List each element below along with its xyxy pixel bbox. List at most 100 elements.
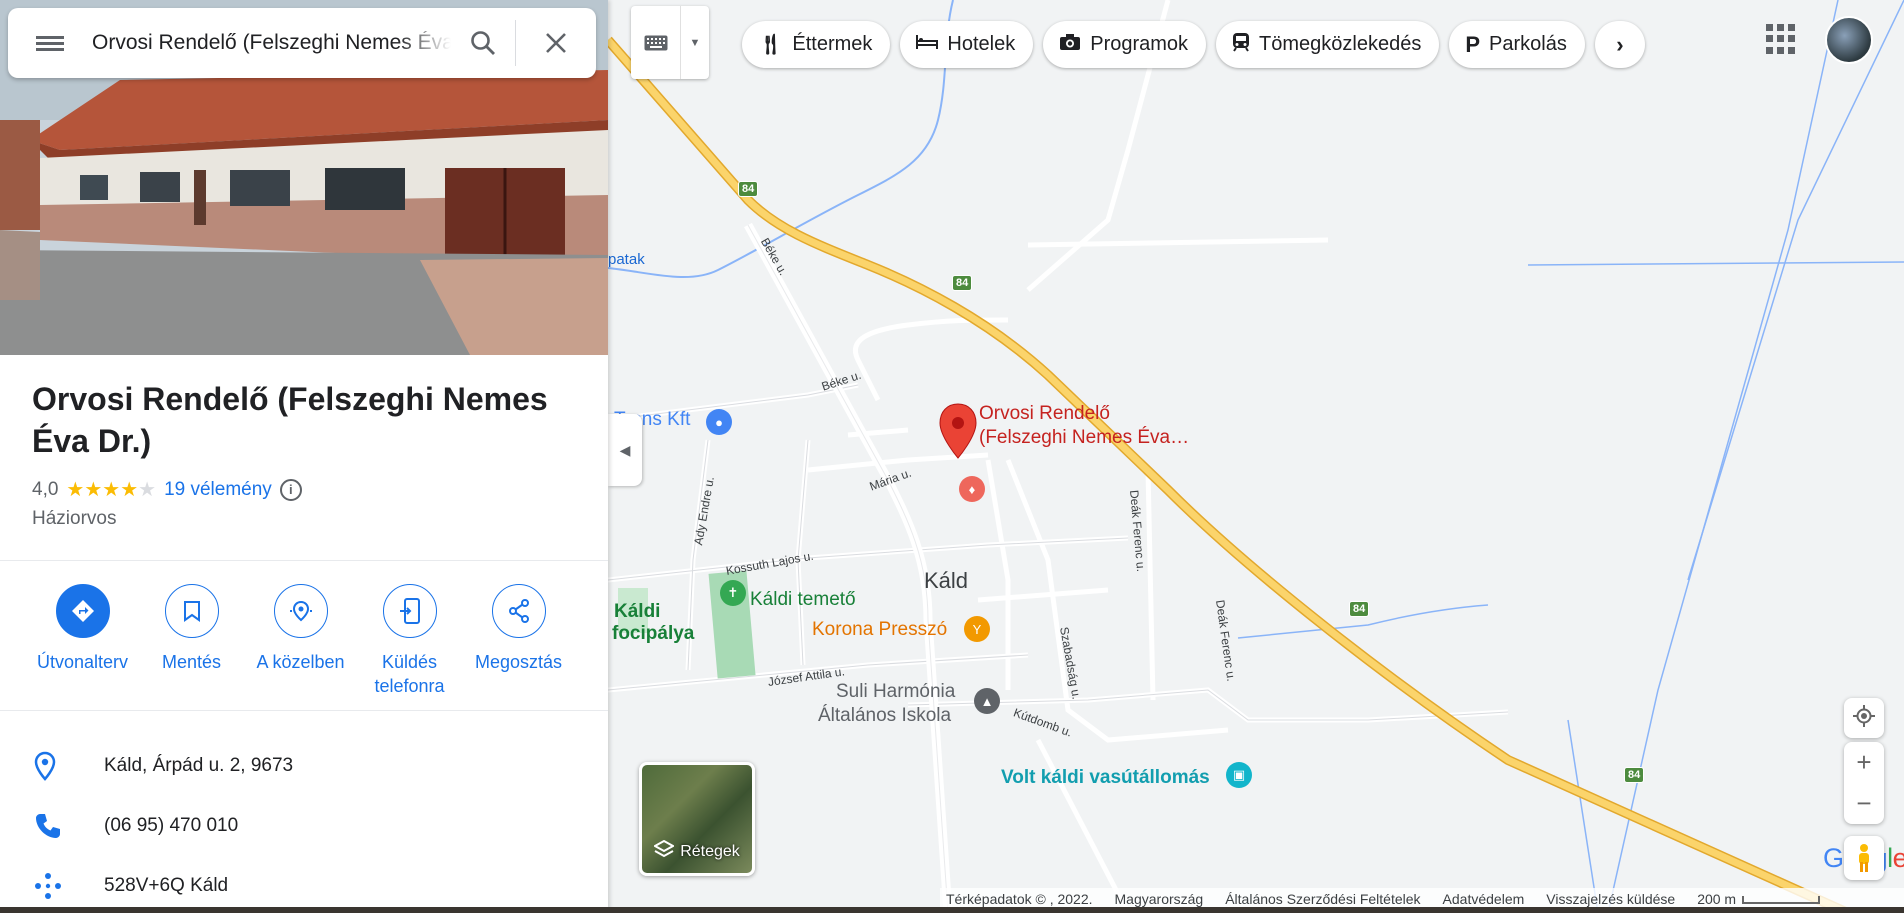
chip-scroll-right[interactable]: › [1594, 21, 1645, 68]
cocktail-icon[interactable]: Y [964, 616, 990, 642]
school-icon[interactable]: ▲ [974, 688, 1000, 714]
zoom-out-button[interactable]: − [1844, 783, 1884, 824]
send-to-phone-icon [382, 584, 437, 638]
chevron-right-icon: › [1616, 31, 1624, 57]
chevron-left-icon: ◀ [619, 441, 631, 458]
phone-text: (06 95) 470 010 [104, 815, 239, 836]
place-category[interactable]: Háziorvos [32, 508, 116, 530]
country-link[interactable]: Magyarország [1115, 891, 1204, 907]
search-input[interactable]: Orvosi Rendelő (Felszeghi Nemes Éva Dr.) [92, 31, 451, 55]
share-button[interactable]: Megosztás [464, 584, 573, 698]
info-icon[interactable]: i [279, 478, 302, 501]
selected-place-label-1[interactable]: Orvosi Rendelő [979, 402, 1110, 426]
camera-icon [1059, 33, 1081, 57]
phone-row[interactable]: (06 95) 470 010 [0, 798, 608, 854]
poi-football-label-2[interactable]: focipálya [612, 622, 694, 646]
parking-icon: P [1465, 31, 1481, 57]
poi-station-label[interactable]: Volt káldi vasútállomás [1001, 766, 1210, 790]
terms-link[interactable]: Általános Szerződési Feltételek [1225, 891, 1420, 907]
nearby-button[interactable]: A közelben [246, 584, 355, 698]
selected-place-pin-icon[interactable] [938, 402, 978, 460]
nearby-icon [273, 584, 328, 638]
poi-school-label-1[interactable]: Suli Harmónia [836, 680, 955, 704]
fork-knife-icon: 🍴︎ [758, 34, 784, 56]
cemetery-icon[interactable]: ✝ [720, 580, 746, 606]
route-84-shield: 84 [1624, 767, 1645, 783]
poi-bar-label[interactable]: Korona Presszó [812, 618, 947, 642]
scale-bar [1742, 896, 1821, 905]
scale-indicator[interactable]: 200 m [1697, 891, 1821, 907]
action-buttons: Útvonalterv Mentés A közelben Küldés tel… [28, 584, 573, 698]
directions-icon [55, 584, 110, 638]
keyboard-icon[interactable] [631, 6, 681, 79]
chevron-down-icon[interactable]: ▼ [681, 6, 709, 79]
send-to-phone-label: Küldés telefonra [374, 652, 445, 696]
poi-football-label-1[interactable]: Káldi [614, 600, 660, 624]
plus-code-text: 528V+6Q Káld [104, 875, 229, 896]
save-label: Mentés [161, 652, 222, 672]
selected-place-label-2[interactable]: (Felszeghi Nemes Éva… [979, 426, 1189, 450]
scale-label: 200 m [1697, 891, 1737, 907]
taskbar-strip [0, 907, 1904, 913]
water-label: patak [608, 251, 645, 268]
chip-transit[interactable]: Tömegközlekedés [1216, 21, 1440, 68]
bed-icon [916, 33, 939, 56]
search-icon [471, 31, 495, 55]
rating-value: 4,0 [32, 478, 59, 500]
divider [0, 710, 608, 711]
plus-code-icon [0, 872, 104, 900]
directions-button[interactable]: Útvonalterv [28, 584, 137, 698]
zoom-controls: + − [1844, 742, 1884, 824]
reviews-link[interactable]: 19 vélemény [164, 479, 272, 501]
share-label: Megosztás [474, 652, 563, 672]
map-data-credit: Térképadatok © , 2022. [946, 891, 1093, 907]
category-chips: 🍴︎ Éttermek Hotelek Programok Tömegközle… [742, 21, 1645, 68]
close-icon [546, 33, 566, 53]
save-button[interactable]: Mentés [137, 584, 246, 698]
chip-hotels[interactable]: Hotelek [900, 21, 1034, 68]
route-84-shield: 84 [1349, 601, 1370, 617]
my-location-button[interactable] [1844, 698, 1884, 738]
share-icon [491, 584, 546, 638]
menu-button[interactable] [8, 33, 92, 54]
privacy-link[interactable]: Adatvédelem [1443, 891, 1525, 907]
poi-school-label-2[interactable]: Általános Iskola [818, 704, 951, 728]
layers-icon [653, 839, 676, 863]
clear-search-button[interactable] [516, 32, 596, 54]
hamburger-menu-icon [36, 33, 64, 54]
poi-cemetery-label[interactable]: Káldi temető [750, 588, 856, 612]
plus-code-row[interactable]: 528V+6Q Káld [0, 858, 608, 913]
museum-icon[interactable]: ▣ [1226, 762, 1252, 788]
divider [0, 560, 608, 561]
map-canvas[interactable]: 84 84 84 84 Béke u. Béke u. Mária u. Ady… [608, 0, 1904, 913]
phone-icon [0, 812, 104, 840]
send-to-phone-button[interactable]: Küldés telefonra [355, 584, 464, 698]
input-tools-button[interactable]: ▼ [631, 6, 709, 79]
zoom-in-button[interactable]: + [1844, 742, 1884, 783]
search-box: Orvosi Rendelő (Felszeghi Nemes Éva Dr.) [8, 8, 596, 78]
chip-label: Parkolás [1489, 33, 1567, 55]
town-label: Káld [924, 568, 969, 593]
address-text: Káld, Árpád u. 2, 9673 [104, 755, 294, 776]
feedback-link[interactable]: Visszajelzés küldése [1546, 891, 1675, 907]
chip-label: Programok [1090, 33, 1189, 55]
directions-label: Útvonalterv [36, 652, 129, 672]
apps-grid-icon[interactable] [1766, 24, 1796, 54]
layers-button[interactable]: Rétegek [639, 762, 755, 876]
shopping-bag-icon[interactable]: ● [706, 409, 732, 435]
nearby-label: A közelben [256, 652, 345, 672]
chip-parking[interactable]: P Parkolás [1449, 21, 1585, 68]
map-roads [608, 0, 1904, 913]
street-view-pegman-icon[interactable] [1844, 836, 1884, 880]
chip-restaurants[interactable]: 🍴︎ Éttermek [742, 21, 891, 68]
crosshair-icon [1853, 704, 1875, 732]
chip-things-to-do[interactable]: Programok [1043, 21, 1207, 68]
chip-label: Hotelek [947, 33, 1016, 55]
collapse-panel-button[interactable]: ◀ [608, 414, 642, 486]
account-avatar[interactable] [1825, 16, 1873, 64]
medical-icon[interactable]: ♦ [959, 476, 985, 502]
search-button[interactable] [451, 30, 515, 56]
bookmark-icon [164, 584, 219, 638]
route-84-shield: 84 [952, 275, 973, 291]
address-row[interactable]: Káld, Árpád u. 2, 9673 [0, 738, 608, 794]
